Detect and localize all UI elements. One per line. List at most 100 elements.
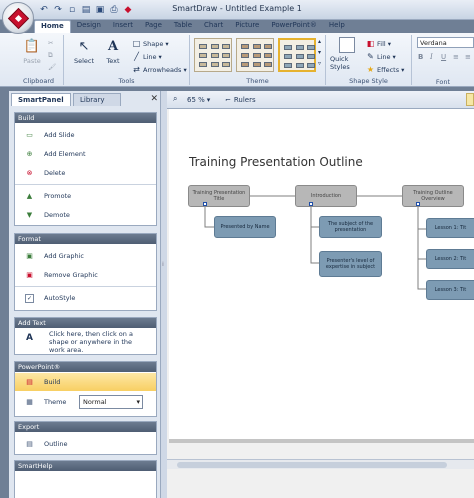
quick-styles-button[interactable]: Quick Styles: [330, 37, 364, 71]
theme-gallery-up-icon[interactable]: ▴: [318, 38, 321, 45]
promote-button[interactable]: ▲ Promote: [25, 190, 71, 202]
tab-powerpoint[interactable]: PowerPoint®: [265, 20, 323, 33]
cursor-arrow-icon: ↖: [78, 38, 90, 54]
effects-button[interactable]: ★ Effects ▾: [366, 65, 404, 74]
tab-insert[interactable]: Insert: [107, 20, 139, 33]
export-outline-button[interactable]: ▤ Outline: [25, 438, 68, 450]
underline-icon[interactable]: U: [441, 53, 446, 61]
add-element-button[interactable]: ⊕ Add Element: [25, 148, 86, 160]
node-presented-by[interactable]: Presented by Name: [214, 216, 276, 238]
horizontal-scrollbar[interactable]: [167, 459, 474, 469]
clipboard-group: 📋 Paste ✂ ⧉ 🖌 Clipboard: [14, 35, 64, 85]
fill-button[interactable]: ◧ Fill ▾: [366, 39, 391, 48]
autostyle-checkbox[interactable]: ✓ AutoStyle: [25, 292, 75, 304]
star-icon: ★: [366, 65, 375, 74]
canvas-toolbar: ⌕ 65 % ▾ ⌐ Rulers: [167, 91, 474, 109]
shape-button[interactable]: □ Shape ▾: [132, 39, 169, 48]
add-element-label: Add Element: [44, 150, 86, 158]
application-menu-button[interactable]: [2, 2, 34, 34]
drawing-page[interactable]: Training Presentation Outline Training P…: [169, 109, 474, 439]
add-slide-icon: ▭: [26, 131, 33, 139]
node-outline-overview[interactable]: Training Outline Overview: [402, 185, 464, 207]
powerpoint-build-button[interactable]: ▤ Build: [25, 376, 60, 388]
connection-handle[interactable]: [416, 202, 420, 206]
add-graphic-button[interactable]: ▣ Add Graphic: [25, 250, 84, 262]
theme-thumbnail-1[interactable]: [194, 38, 232, 72]
rulers-toggle[interactable]: ⌐ Rulers: [225, 94, 256, 106]
delete-icon: ⊗: [26, 169, 33, 177]
format-section-header: Format: [15, 234, 156, 244]
remove-graphic-icon: ▣: [26, 271, 33, 279]
zoom-select[interactable]: 65 % ▾: [187, 94, 210, 106]
theme-thumbnail-3-selected[interactable]: [278, 38, 316, 72]
add-text-instructions: Click here, then click on a shape or any…: [49, 330, 133, 354]
select-button[interactable]: ↖ Select: [70, 37, 98, 66]
tab-home[interactable]: Home: [34, 20, 71, 33]
font-name-select[interactable]: Verdana: [417, 37, 474, 48]
fill-label: Fill: [377, 39, 386, 48]
panel-tab-row: SmartPanel Library ✕: [9, 93, 161, 107]
chevron-down-icon: ▾: [183, 65, 187, 74]
tab-design[interactable]: Design: [71, 20, 107, 33]
zoom-magnifier-icon[interactable]: ⌕: [173, 94, 177, 104]
line-style-button[interactable]: ✎ Line ▾: [366, 52, 396, 61]
text-button[interactable]: A Text: [99, 37, 127, 66]
chevron-down-icon: ▾: [392, 52, 396, 61]
node-introduction[interactable]: Introduction: [295, 185, 357, 207]
cut-icon[interactable]: ✂: [48, 39, 53, 47]
connection-handle[interactable]: [203, 202, 207, 206]
remove-graphic-label: Remove Graphic: [44, 271, 98, 279]
node-presenter-expertise[interactable]: Presenter's level of expertise in subjec…: [319, 251, 382, 277]
tab-library[interactable]: Library: [73, 93, 121, 106]
theme-gallery-down-icon[interactable]: ▾: [318, 49, 321, 56]
outline-label: Outline: [44, 440, 68, 448]
tab-chart[interactable]: Chart: [198, 20, 229, 33]
node-training-title[interactable]: Training Presentation Title: [188, 185, 250, 207]
align-left-icon[interactable]: ≡: [453, 53, 459, 61]
theme-select[interactable]: Normal: [79, 395, 143, 409]
node-lesson-1[interactable]: Lesson 1: Tit: [426, 218, 474, 238]
shape-label: Shape: [143, 39, 164, 48]
theme-gallery-more-icon[interactable]: ▿: [318, 60, 321, 67]
node-lesson-2[interactable]: Lesson 2: Tit: [426, 249, 474, 269]
arrowheads-button[interactable]: ⇄ Arrowheads ▾: [132, 65, 187, 74]
delete-button[interactable]: ⊗ Delete: [25, 167, 66, 179]
line-icon: ╱: [134, 52, 139, 61]
theme-thumbnail-2[interactable]: [236, 38, 274, 72]
demote-button[interactable]: ▼ Demote: [25, 209, 70, 221]
scrollbar-thumb[interactable]: [177, 462, 447, 468]
line-tool-button[interactable]: ╱ Line ▾: [132, 52, 162, 61]
tab-smartpanel[interactable]: SmartPanel: [11, 93, 71, 106]
format-section: Format ▣ Add Graphic ▣ Remove Graphic ✓ Aut…: [14, 233, 157, 311]
delete-label: Delete: [44, 169, 66, 177]
build-divider: [15, 184, 156, 185]
node-lesson-3[interactable]: Lesson 3: Tit: [426, 280, 474, 300]
bold-icon[interactable]: B: [418, 53, 423, 61]
node-subject[interactable]: The subject of the presentation: [319, 216, 382, 238]
add-slide-button[interactable]: ▭ Add Slide: [25, 129, 74, 141]
tab-page[interactable]: Page: [139, 20, 168, 33]
arrowheads-label: Arrowheads: [143, 65, 182, 74]
toolbar-edge-button[interactable]: [466, 93, 474, 106]
remove-graphic-button[interactable]: ▣ Remove Graphic: [25, 269, 98, 281]
tab-help[interactable]: Help: [323, 20, 351, 33]
paste-button[interactable]: 📋 Paste: [18, 37, 46, 66]
line-style-label: Line: [377, 52, 391, 61]
line-label: Line: [143, 52, 157, 61]
connection-handle[interactable]: [309, 202, 313, 206]
add-text-button[interactable]: A: [25, 332, 34, 344]
tab-picture[interactable]: Picture: [229, 20, 265, 33]
format-painter-icon[interactable]: 🖌: [48, 63, 56, 71]
tab-table[interactable]: Table: [168, 20, 198, 33]
theme-group: ▴ ▾ ▿ Theme: [190, 35, 326, 85]
clipboard-icon: 📋: [23, 38, 41, 54]
close-icon[interactable]: ✕: [150, 94, 158, 104]
copy-icon[interactable]: ⧉: [48, 51, 53, 60]
arrowhead-icon: ⇄: [133, 65, 140, 74]
canvas-area[interactable]: Training Presentation Outline Training P…: [167, 109, 474, 498]
ruler-icon: ⌐: [225, 96, 231, 104]
italic-icon[interactable]: I: [430, 53, 433, 61]
build-section: Build ▭ Add Slide ⊕ Add Element ⊗ Delete ▲ P…: [14, 112, 157, 226]
add-text-section: Add Text A Click here, then click on a s…: [14, 317, 157, 355]
align-center-icon[interactable]: ≡: [465, 53, 471, 61]
